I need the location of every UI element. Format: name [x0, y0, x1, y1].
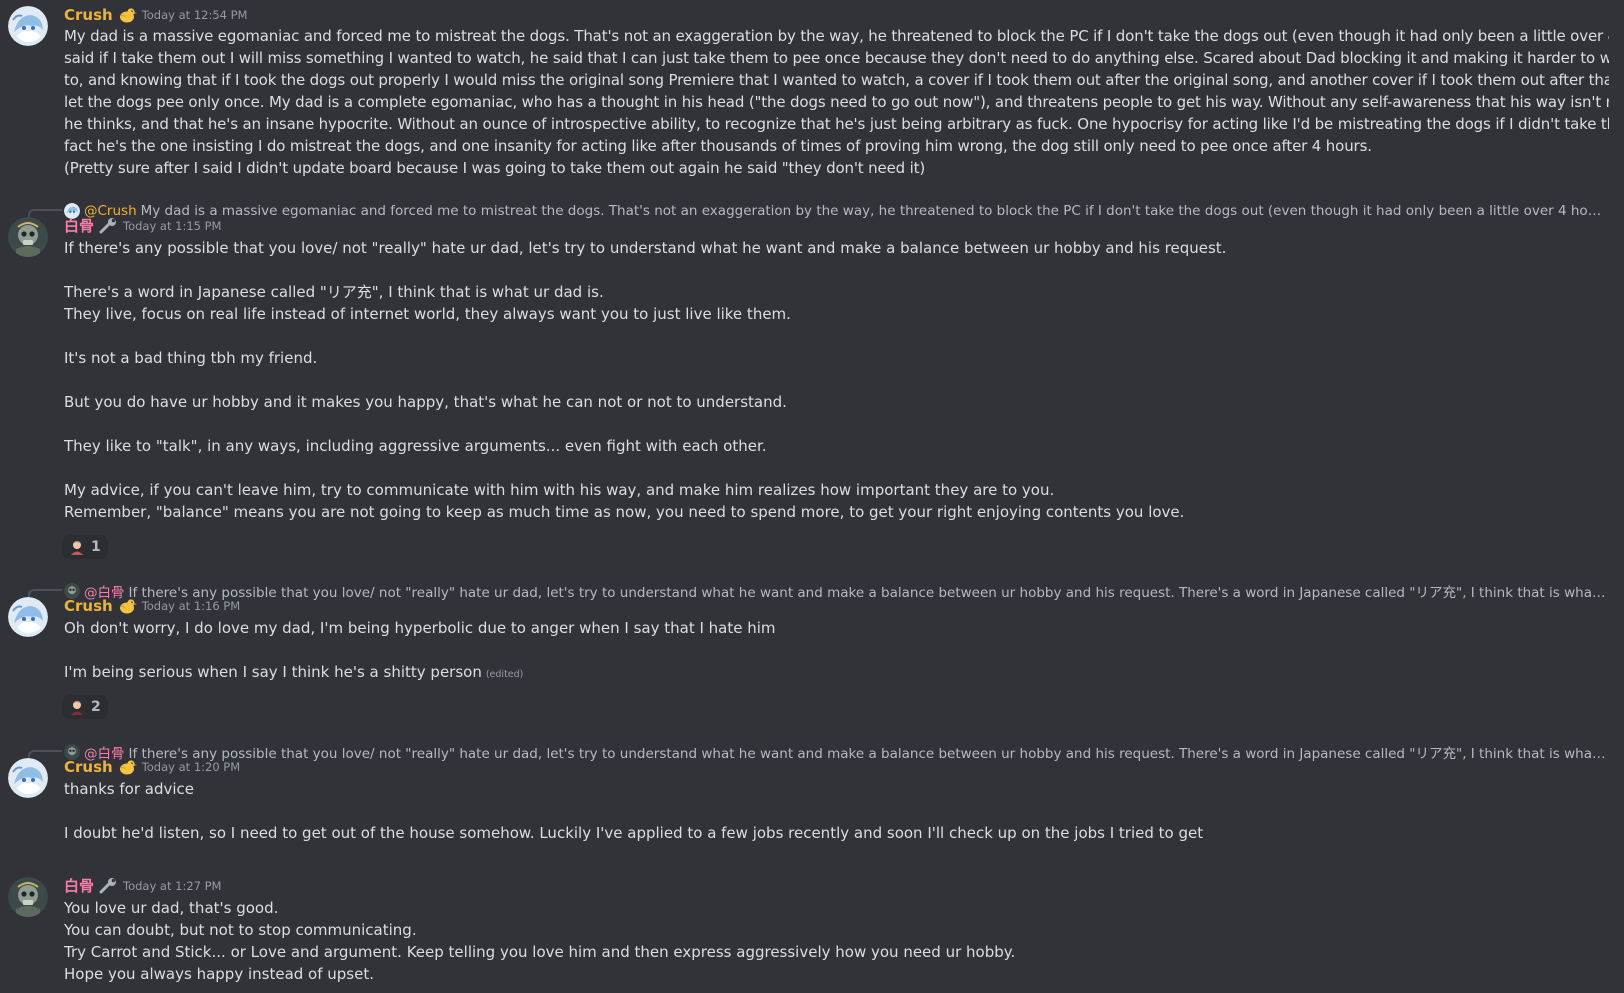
message-line-text: I'm being serious when I say I think he'…	[64, 663, 482, 681]
message-content: If there's any possible that you love/ n…	[64, 237, 1609, 523]
message-content: You love ur dad, that's good. You can do…	[64, 897, 1609, 985]
message-line: They like to "talk", in any ways, includ…	[64, 437, 767, 455]
baigu-avatar-image	[8, 217, 48, 257]
message-header: Crush Today at 1:20 PM	[64, 756, 240, 778]
message-content: Oh don't worry, I do love my dad, I'm be…	[64, 617, 1609, 683]
reply-preview[interactable]: @Crush My dad is a massive egomaniac and…	[64, 202, 1609, 220]
reaction-count: 1	[91, 539, 101, 555]
reply-text[interactable]: My dad is a massive egomaniac and forced…	[141, 203, 1609, 219]
message-line	[64, 457, 1609, 479]
chick-icon	[117, 6, 137, 24]
wrench-icon	[98, 877, 118, 895]
message-line: Hope you always happy instead of upset.	[64, 965, 374, 983]
crush-avatar-image	[8, 6, 48, 46]
reaction-count: 2	[91, 699, 101, 715]
avatar-baigu[interactable]	[8, 877, 48, 917]
chick-icon	[117, 597, 137, 615]
reaction-button[interactable]: 1	[62, 535, 108, 559]
message-line	[64, 639, 1609, 661]
reply-preview[interactable]: @白骨 If there's any possible that you lov…	[64, 743, 1609, 761]
baigu-avatar-image	[8, 877, 48, 917]
message-line: It's not a bad thing tbh my friend.	[64, 349, 318, 367]
message-header: Crush Today at 12:54 PM	[64, 4, 247, 26]
message-line: Oh don't worry, I do love my dad, I'm be…	[64, 619, 776, 637]
message-line: Remember, "balance" means you are not go…	[64, 503, 1185, 521]
anime-reaction-emoji	[71, 701, 83, 715]
username[interactable]: 白骨	[64, 875, 94, 897]
reaction-button[interactable]: 2	[62, 695, 108, 719]
chat-message-list[interactable]: Crush Today at 12:54 PM My dad is a mass…	[0, 0, 1624, 993]
message-line: to, and knowing that if I took the dogs …	[64, 71, 1609, 89]
message-line: (Pretty sure after I said I didn't updat…	[64, 159, 926, 177]
message-line: let the dogs pee only once. My dad is a …	[64, 93, 1609, 111]
message-line: But you do have ur hobby and it makes yo…	[64, 393, 787, 411]
crush-avatar-image	[8, 758, 48, 798]
message-line	[64, 325, 1609, 347]
timestamp[interactable]: Today at 1:15 PM	[123, 215, 221, 237]
anime-reaction-emoji	[71, 541, 83, 555]
timestamp[interactable]: Today at 1:27 PM	[123, 875, 221, 897]
username[interactable]: Crush	[64, 4, 113, 26]
message-line	[64, 413, 1609, 435]
message-line: They live, focus on real life instead of…	[64, 305, 791, 323]
message-line: There's a word in Japanese called "リア充",…	[64, 283, 604, 301]
avatar-crush[interactable]	[8, 758, 48, 798]
message-line: My advice, if you can't leave him, try t…	[64, 481, 1055, 499]
avatar-baigu[interactable]	[8, 217, 48, 257]
reply-text[interactable]: If there's any possible that you love/ n…	[129, 743, 1610, 761]
message-line: said if I take them out I will miss some…	[64, 49, 1609, 67]
username[interactable]: Crush	[64, 756, 113, 778]
message-header: 白骨 Today at 1:15 PM	[64, 215, 221, 237]
avatar-crush[interactable]	[8, 597, 48, 637]
message-line: he thinks, and that he's an insane hypoc…	[64, 115, 1609, 133]
message-line: fact he's the one insisting I do mistrea…	[64, 137, 1372, 155]
username[interactable]: 白骨	[64, 215, 94, 237]
timestamp[interactable]: Today at 1:16 PM	[142, 595, 240, 617]
message-line: I doubt he'd listen, so I need to get ou…	[64, 824, 1204, 842]
message-line: My dad is a massive egomaniac and forced…	[64, 27, 1609, 45]
message-line: thanks for advice	[64, 780, 194, 798]
timestamp[interactable]: Today at 1:20 PM	[142, 756, 240, 778]
wrench-icon	[98, 217, 118, 235]
message-line: You love ur dad, that's good.	[64, 899, 279, 917]
reply-text[interactable]: If there's any possible that you love/ n…	[129, 582, 1610, 600]
username[interactable]: Crush	[64, 595, 113, 617]
avatar-crush[interactable]	[8, 6, 48, 46]
edited-tag: (edited)	[485, 669, 524, 680]
message-content: thanks for advice I doubt he'd listen, s…	[64, 778, 1609, 844]
message-line: I'm being serious when I say I think he'…	[64, 661, 1609, 683]
message-line: Try Carrot and Stick... or Love and argu…	[64, 943, 1016, 961]
reply-preview[interactable]: @白骨 If there's any possible that you lov…	[64, 582, 1609, 600]
message-header: Crush Today at 1:16 PM	[64, 595, 240, 617]
message-header: 白骨 Today at 1:27 PM	[64, 875, 221, 897]
message-line	[64, 800, 1609, 822]
message-line	[64, 259, 1609, 281]
message-content: My dad is a massive egomaniac and forced…	[64, 25, 1609, 179]
chick-icon	[117, 758, 137, 776]
message-line	[64, 369, 1609, 391]
crush-avatar-image	[8, 597, 48, 637]
timestamp[interactable]: Today at 12:54 PM	[142, 4, 248, 26]
message-line: If there's any possible that you love/ n…	[64, 239, 1227, 257]
message-line: You can doubt, but not to stop communica…	[64, 921, 417, 939]
